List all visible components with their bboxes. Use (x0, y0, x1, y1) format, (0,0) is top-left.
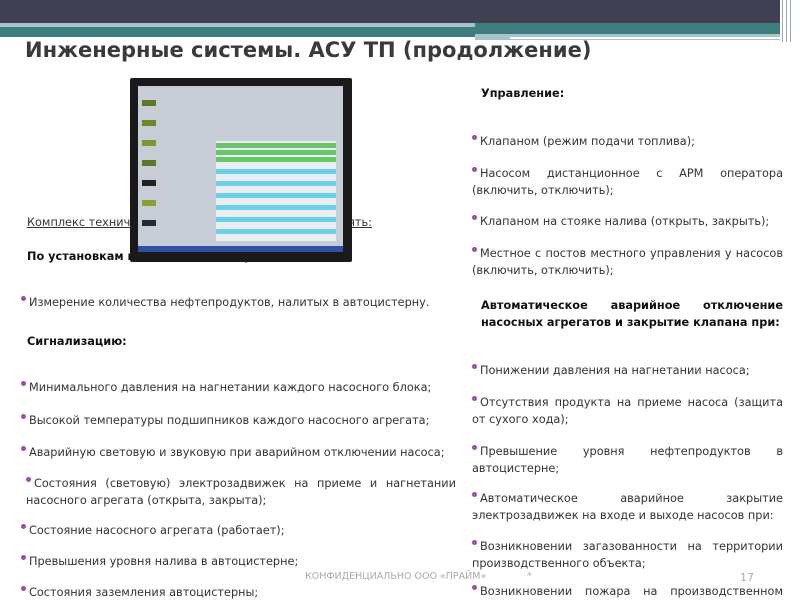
bullet-icon (472, 215, 477, 220)
section-heading: Автоматическое аварийное отключение насо… (481, 299, 783, 329)
footer-confidential: КОНФИДЕНЦИАЛЬНО ООО «ПРАЙМ» (305, 571, 487, 582)
list-item: Клапаном (режим подачи топлива); (472, 133, 783, 150)
list-item: Высокой температуры подшипников каждого … (21, 412, 456, 429)
list-item-text: Возникновении пожара на производственном (480, 585, 783, 598)
list-item: Состояния заземления автоцистерны; (21, 584, 456, 601)
bullet-icon (472, 540, 477, 545)
list-item: Клапаном на стояке налива (открыть, закр… (472, 213, 783, 230)
bullet-icon (472, 135, 477, 140)
section-heading: Управление: (481, 87, 565, 100)
list-item: Отсутствия продукта на приеме насоса (за… (472, 394, 783, 428)
table-row (216, 193, 336, 198)
indicator (142, 200, 156, 206)
list-item-text: Превышение уровня нефтепродуктов в автоц… (472, 445, 783, 475)
list-item-text: Минимального давления на нагнетании кажд… (29, 381, 432, 394)
list-item: Состояние насосного агрегата (работает); (21, 522, 456, 539)
bullet-icon (472, 445, 477, 450)
bullet-icon (21, 524, 26, 529)
indicator (142, 180, 156, 186)
list-item: Насосом дистанционное с АРМ оператора (в… (472, 165, 783, 199)
list-item: Состояния (световую) электрозадвижек на … (21, 475, 456, 509)
bullet-icon (472, 167, 477, 172)
list-item: Превышение уровня нефтепродуктов в автоц… (472, 443, 783, 477)
section-heading: Сигнализацию: (27, 335, 127, 348)
list-item: Автоматическое аварийное закрытие электр… (472, 490, 783, 524)
list-item-text: Возникновении загазованности на территор… (472, 540, 783, 570)
footer-star: * (527, 571, 532, 582)
list-item-text: Измерение количества нефтепродуктов, нал… (29, 296, 430, 309)
bullet-icon (21, 555, 26, 560)
indicator (142, 100, 156, 106)
indicator (142, 140, 156, 146)
table-row (216, 217, 336, 222)
divider (782, 0, 783, 42)
list-item-text: Аварийную световую и звуковую при аварий… (29, 446, 445, 459)
table-row (216, 229, 336, 234)
list-item: Местное с постов местного управления у н… (472, 245, 783, 279)
table-row (216, 143, 336, 148)
header-strip (0, 23, 475, 27)
list-item-text: Высокой температуры подшипников каждого … (29, 414, 430, 427)
list-item-text: Насосом дистанционное с АРМ оператора (в… (472, 167, 783, 197)
taskbar (138, 246, 343, 252)
bullet-icon (26, 477, 31, 482)
indicator (142, 120, 156, 126)
bullet-icon (21, 446, 26, 451)
list-item-text: Состояние насосного агрегата (работает); (29, 524, 285, 537)
list-item: Измерение количества нефтепродуктов, нал… (21, 294, 451, 311)
list-item: Возникновении загазованности на территор… (472, 538, 783, 572)
table-row (216, 205, 336, 210)
bullet-icon (472, 585, 477, 590)
list-item-text: Состояния (световую) электрозадвижек на … (26, 477, 456, 507)
table-row (216, 150, 336, 155)
bullet-icon (21, 414, 26, 419)
list-item: Аварийную световую и звуковую при аварий… (21, 444, 456, 461)
list-item-text: Понижении давления на нагнетании насоса; (480, 364, 750, 377)
bullet-icon (472, 247, 477, 252)
bullet-icon (472, 492, 477, 497)
divider (786, 0, 787, 42)
list-item-text: Клапаном на стояке налива (открыть, закр… (480, 215, 770, 228)
table-row (216, 181, 336, 186)
bullet-icon (472, 396, 477, 401)
list-item: Возникновении пожара на производственном (472, 583, 783, 600)
data-table (216, 141, 336, 241)
scada-screen (138, 86, 343, 246)
list-item-text: Клапаном (режим подачи топлива); (480, 135, 695, 148)
indicator (142, 160, 156, 166)
indicator (142, 220, 156, 226)
bullet-icon (472, 364, 477, 369)
list-item: Превышения уровня налива в автоцистерне; (21, 553, 456, 570)
list-item-text: Отсутствия продукта на приеме насоса (за… (472, 396, 783, 426)
table-row (216, 157, 336, 162)
page-number: 17 (740, 571, 754, 584)
operator-screen-photo (130, 78, 352, 262)
bullet-icon (21, 381, 26, 386)
list-item: Минимального давления на нагнетании кажд… (21, 379, 456, 396)
slide-title: Инженерные системы. АСУ ТП (продолжение) (25, 38, 592, 62)
list-item-text: Превышения уровня налива в автоцистерне; (29, 555, 299, 568)
bullet-icon (21, 586, 26, 591)
bullet-icon (21, 296, 26, 301)
list-item-text: Состояния заземления автоцистерны; (29, 586, 259, 599)
list-item: Понижении давления на нагнетании насоса; (472, 362, 783, 379)
list-item-text: Автоматическое аварийное закрытие электр… (472, 492, 783, 522)
divider (790, 0, 791, 42)
header-bar (0, 0, 780, 23)
table-row (216, 169, 336, 174)
list-item-text: Местное с постов местного управления у н… (472, 247, 783, 277)
